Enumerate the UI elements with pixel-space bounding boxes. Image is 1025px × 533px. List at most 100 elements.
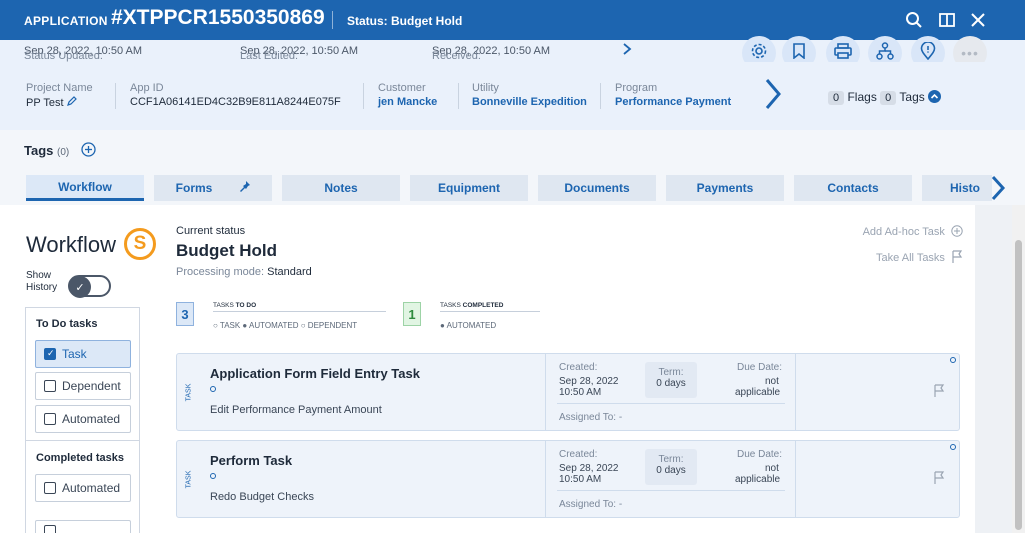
- checkbox-icon: [44, 524, 56, 533]
- check-icon: ✓: [69, 276, 91, 298]
- status-label: Status: Budget Hold: [347, 14, 463, 28]
- utility-label: Utility: [472, 82, 499, 94]
- status-updated-label: Status Updated:: [24, 50, 103, 62]
- term-box: Term: 0 days: [645, 362, 697, 398]
- project-name-label: Project Name: [26, 82, 93, 94]
- workflow-heading: Workflow: [26, 232, 117, 257]
- add-adhoc-task-button[interactable]: Add Ad-hoc Task: [863, 225, 963, 238]
- tabs-scroll-right-icon[interactable]: [990, 175, 1006, 206]
- created-date: Sep 28, 2022: [559, 463, 619, 474]
- created-time: 10:50 AM: [559, 387, 602, 398]
- status-s-badge: S: [124, 228, 156, 260]
- created-time: 10:50 AM: [559, 474, 602, 485]
- task-type-label: TASK: [185, 383, 193, 401]
- due-date-value-2: applicable: [735, 474, 781, 485]
- utility-link[interactable]: Bonneville Expedition: [472, 96, 587, 108]
- current-status-label: Current status: [176, 225, 246, 237]
- completed-heading: TASKS COMPLETED: [440, 302, 540, 312]
- term-box: Term: 0 days: [645, 449, 697, 485]
- task-corner-ring-icon: [950, 444, 956, 450]
- app-id-label: App ID: [130, 82, 164, 94]
- task-filter-panel: To Do tasks Task Dependent Automated Com…: [25, 307, 140, 533]
- flag-icon: [948, 250, 963, 264]
- tab-contacts[interactable]: Contacts: [794, 175, 912, 201]
- task-subtitle: Redo Budget Checks: [210, 491, 314, 503]
- edit-pencil-icon[interactable]: [66, 96, 77, 109]
- bookmark-icon: [792, 42, 806, 64]
- tags-count: 0: [880, 91, 897, 105]
- due-date-value: not: [765, 376, 779, 387]
- flags-label: Flags: [847, 90, 877, 104]
- task-status-ring-icon: [210, 473, 216, 479]
- app-id-value: CCF1A06141ED4C32B9E811A8244E075F: [130, 96, 341, 108]
- tab-notes[interactable]: Notes: [282, 175, 400, 201]
- todo-heading: TASKS TO DO: [213, 302, 386, 312]
- task-name: Perform Task: [210, 453, 293, 468]
- chevron-right-icon[interactable]: [621, 42, 633, 59]
- todo-count: 3: [176, 302, 194, 326]
- flag-icon[interactable]: [933, 471, 945, 489]
- chevron-right-large-icon[interactable]: [764, 78, 782, 115]
- tab-workflow[interactable]: Workflow: [26, 175, 144, 201]
- current-status-value: Budget Hold: [176, 241, 278, 260]
- app-label: APPLICATION: [24, 14, 108, 28]
- task-card[interactable]: TASK Application Form Field Entry Task E…: [176, 353, 960, 431]
- checkbox-checked-icon: [44, 348, 56, 360]
- application-id: #XTPPCR1550350869: [111, 6, 325, 29]
- completed-tasks-header: Completed tasks: [36, 452, 125, 464]
- add-tag-icon[interactable]: [81, 142, 96, 162]
- filter-automated[interactable]: Automated: [35, 405, 131, 433]
- due-date-value: not: [765, 463, 779, 474]
- pin-icon[interactable]: [240, 181, 251, 195]
- application-info-bar: Project Name PP Test App ID CCF1A06141ED…: [0, 62, 1025, 130]
- tab-documents[interactable]: Documents: [538, 175, 656, 201]
- assigned-to: Assigned To: -: [559, 412, 623, 423]
- processing-mode-label: Processing mode:: [176, 266, 265, 278]
- scrollbar[interactable]: [1012, 205, 1025, 533]
- show-history-toggle[interactable]: ✓: [68, 275, 111, 298]
- todo-tasks-header: To Do tasks: [36, 318, 98, 330]
- filter-partial[interactable]: [35, 520, 131, 533]
- tags-heading: Tags: [24, 143, 54, 158]
- assigned-to: Assigned To: -: [559, 499, 623, 510]
- flag-icon[interactable]: [933, 384, 945, 402]
- filter-task[interactable]: Task: [35, 340, 131, 368]
- checkbox-icon: [44, 413, 56, 425]
- tab-history[interactable]: Histo: [922, 175, 992, 201]
- task-type-label: TASK: [185, 470, 193, 488]
- completed-legend: ● AUTOMATED: [440, 321, 497, 330]
- scrollbar-thumb[interactable]: [1015, 240, 1022, 530]
- tab-bar: Workflow Forms Notes Equipment Documents…: [0, 170, 1025, 205]
- tab-equipment[interactable]: Equipment: [410, 175, 528, 201]
- show-history-label: Show History: [26, 270, 58, 293]
- close-icon[interactable]: [967, 9, 989, 31]
- search-icon[interactable]: [903, 9, 925, 31]
- tags-heading-count: (0): [57, 147, 70, 158]
- checkbox-icon: [44, 482, 56, 494]
- filter-completed-automated[interactable]: Automated: [35, 474, 131, 502]
- flags-tags-summary[interactable]: 0 Flags 0 Tags: [828, 90, 942, 105]
- chevron-up-circle-icon[interactable]: [928, 90, 942, 104]
- created-label: Created:: [559, 362, 598, 373]
- program-link[interactable]: Performance Payment: [615, 96, 731, 108]
- program-label: Program: [615, 82, 658, 94]
- customer-link[interactable]: jen Mancke: [378, 96, 437, 108]
- last-edited-label: Last Edited:: [240, 50, 299, 62]
- task-status-ring-icon: [210, 386, 216, 392]
- task-name: Application Form Field Entry Task: [210, 366, 420, 381]
- project-name-value: PP Test: [26, 97, 64, 109]
- split-view-icon[interactable]: [936, 9, 958, 31]
- more-dots-icon: •••: [961, 45, 979, 61]
- app-header: APPLICATION #XTPPCR1550350869 Status: Bu…: [0, 0, 1025, 40]
- filter-dependent[interactable]: Dependent: [35, 372, 131, 400]
- add-circle-icon: [948, 225, 963, 238]
- processing-mode-value: Standard: [267, 266, 312, 278]
- received-label: Received:: [432, 50, 481, 62]
- task-corner-ring-icon: [950, 357, 956, 363]
- tab-payments[interactable]: Payments: [666, 175, 784, 201]
- due-date-value-2: applicable: [735, 387, 781, 398]
- tab-forms[interactable]: Forms: [154, 175, 272, 201]
- tags-row: Tags (0): [0, 130, 1025, 170]
- take-all-tasks-button[interactable]: Take All Tasks: [876, 250, 963, 264]
- task-card[interactable]: TASK Perform Task Redo Budget Checks Cre…: [176, 440, 960, 518]
